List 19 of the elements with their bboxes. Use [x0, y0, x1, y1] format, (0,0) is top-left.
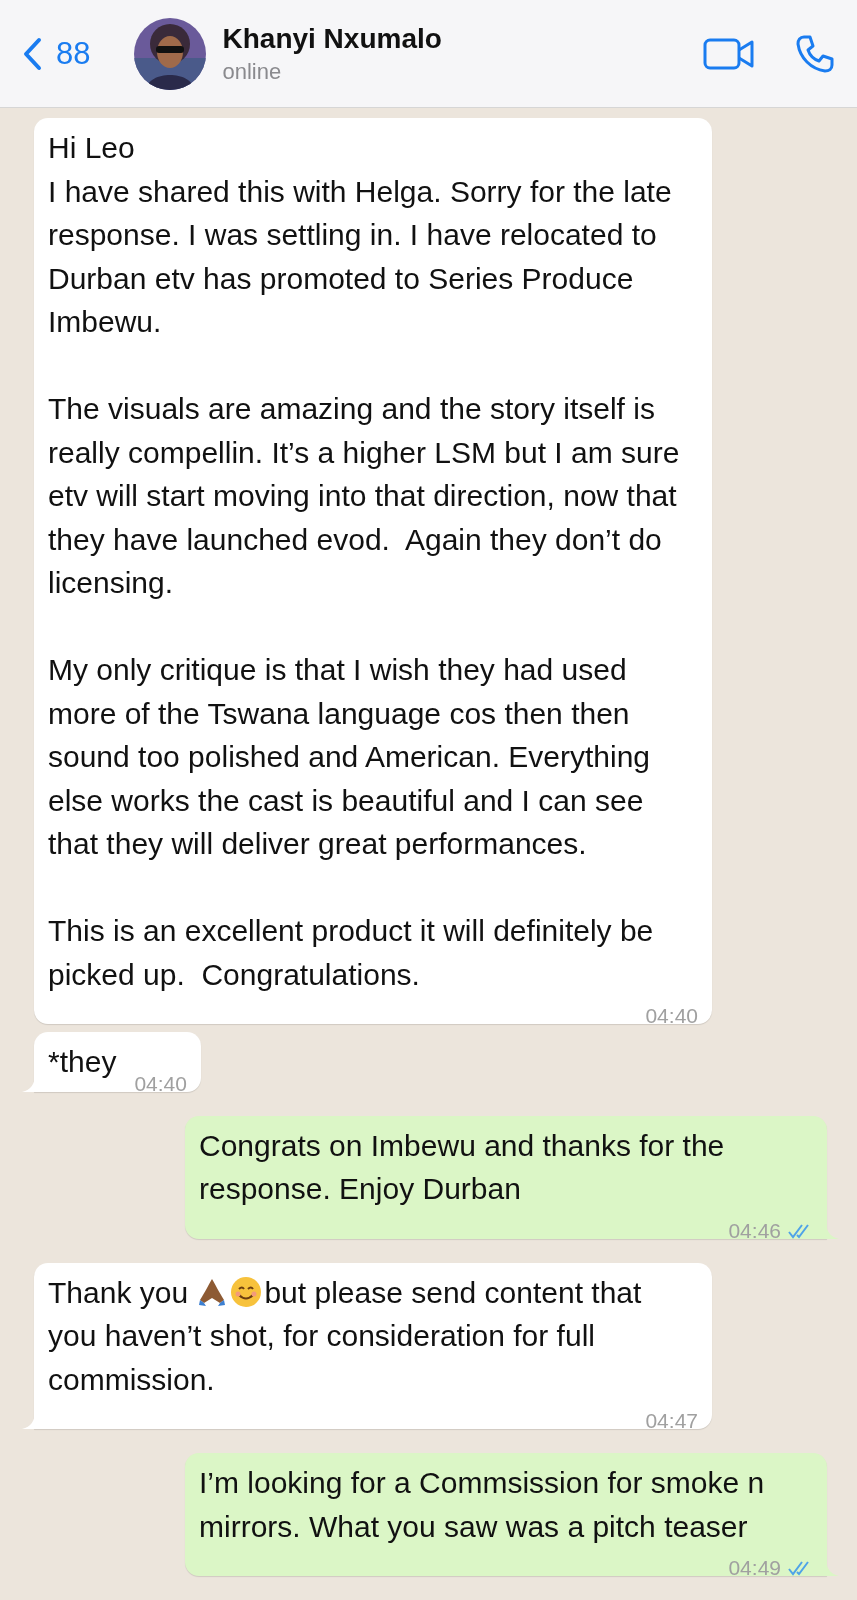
- back-button[interactable]: 88: [22, 35, 91, 72]
- message-text: Congrats on Imbewu and thanks for the response. Enjoy Durban: [199, 1127, 726, 1207]
- message-time: 04:49: [728, 1556, 781, 1580]
- message-text: I’m looking for a Commsission for smoke n mirrors. What you saw was a pitch teaser: [199, 1465, 766, 1545]
- contact-name: Khanyi Nxumalo: [222, 22, 443, 55]
- chevron-left-icon: [22, 36, 42, 71]
- message-time: 04:47: [645, 1409, 698, 1433]
- contact-status: online: [222, 58, 283, 85]
- message-time: 04:40: [134, 1071, 187, 1096]
- video-camera-icon: [703, 36, 755, 71]
- message-time: 04:46: [728, 1218, 781, 1243]
- call-button[interactable]: [795, 33, 835, 74]
- video-call-button[interactable]: [703, 36, 755, 71]
- message-time: 04:40: [645, 1004, 698, 1028]
- message-text: Hi Leo I have shared this with Helga. Sorry for the late response. I was settling in. I have relocated to Durban etv has promoted to Series Produce Imbewu. The visuals are amazing and the story itself is really compellin. It’s a higher LSM but I am sure etv will start moving into that direction, now that they have launched evod. Again they don’t do licensing. My only critique is that I wish they had used more of the Tswana language cos then then sound too polished and American. Everything else works the cast is beautiful and I can see that they will deliver great performances. This is an excellent product it will definitely be picked up. Congratulations.: [48, 130, 681, 993]
- smiling-face-icon: [230, 1275, 263, 1308]
- phone-icon: [795, 33, 835, 74]
- message-text: *they: [48, 1044, 117, 1080]
- message-text: Thank you but please send content that you haven’t shot, for consideration for full commission.: [48, 1274, 643, 1398]
